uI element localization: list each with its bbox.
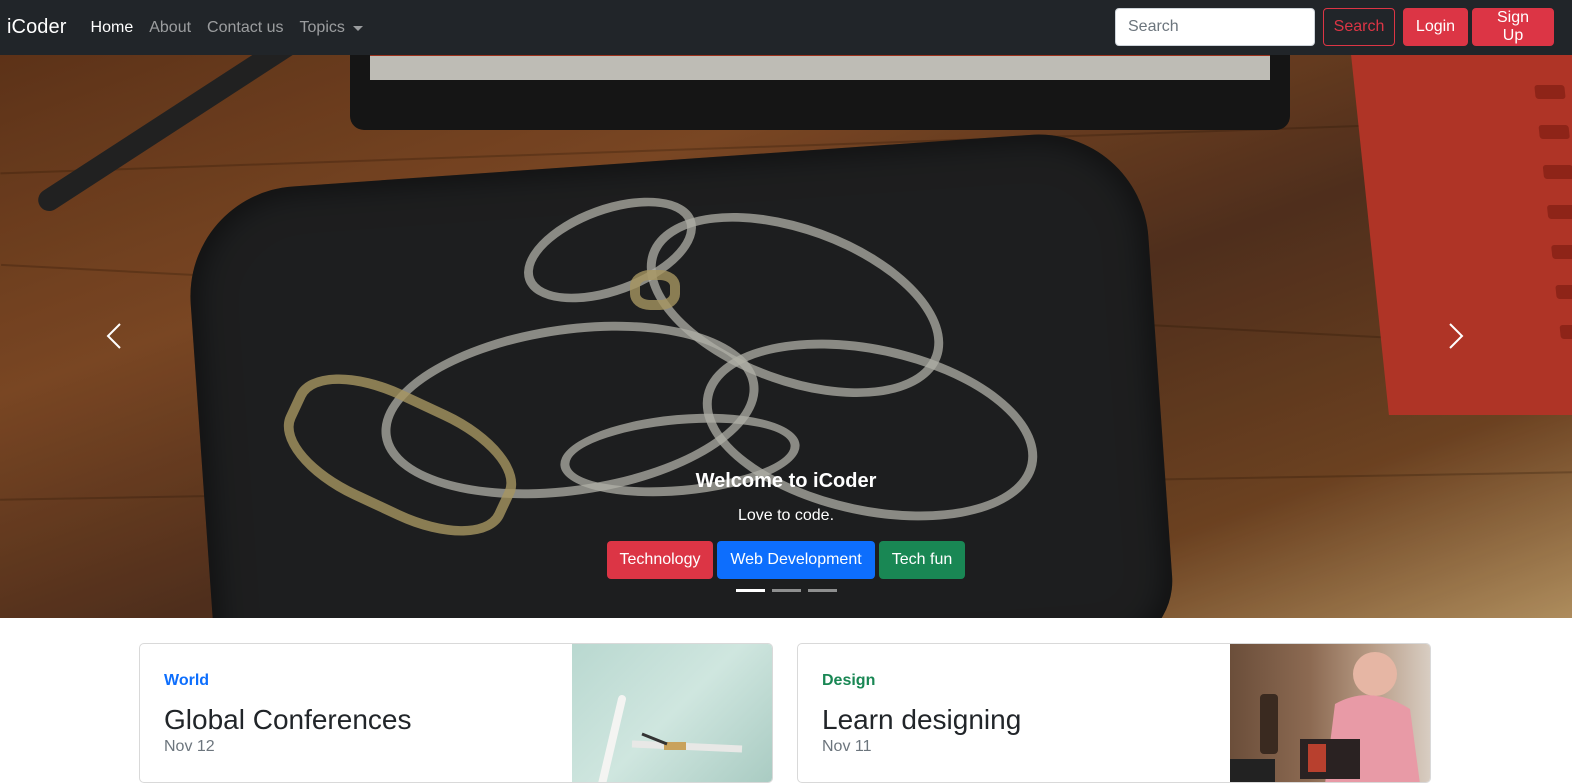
nav-link-about[interactable]: About — [149, 19, 191, 37]
caret-down-icon — [352, 26, 363, 31]
card-thumbnail — [1230, 644, 1430, 782]
card-category: Design — [822, 672, 876, 689]
technology-button[interactable]: Technology — [607, 541, 713, 579]
hero-carousel: Welcome to iCoder Love to code. Technolo… — [0, 55, 1572, 618]
carousel-caption: Welcome to iCoder Love to code. — [0, 470, 1572, 525]
web-development-button[interactable]: Web Development — [717, 541, 875, 579]
nav-link-topics-label: Topics — [299, 18, 345, 36]
nav-links: Home About Contact us Topics — [91, 19, 379, 37]
chevron-left-icon[interactable] — [100, 321, 130, 351]
card-date: Nov 11 — [822, 738, 872, 755]
caption-buttons: Technology Web Development Tech fun — [0, 541, 1572, 579]
card-body: World Global Conferences Nov 12 — [164, 672, 411, 756]
card-category: World — [164, 672, 210, 689]
caption-title: Welcome to iCoder — [695, 470, 877, 492]
nav-link-contact[interactable]: Contact us — [207, 19, 283, 37]
tech-fun-button[interactable]: Tech fun — [879, 541, 965, 579]
search-input[interactable] — [1115, 8, 1315, 46]
card-thumbnail — [572, 644, 772, 782]
post-card: World Global Conferences Nov 12 — [139, 643, 773, 783]
carousel-indicators — [0, 589, 1572, 592]
navbar: iCoder Home About Contact us Topics Sear… — [0, 0, 1572, 55]
brand-logo[interactable]: iCoder — [7, 16, 67, 39]
carousel-indicator-1[interactable] — [735, 589, 765, 592]
card-date: Nov 12 — [164, 738, 215, 755]
card-title: Learn designing — [822, 704, 1022, 735]
login-button[interactable]: Login — [1403, 8, 1468, 46]
post-card: Design Learn designing Nov 11 — [797, 643, 1431, 783]
caption-text: Love to code. — [737, 507, 835, 524]
card-body: Design Learn designing Nov 11 — [822, 672, 1021, 756]
card-title: Global Conferences — [164, 704, 412, 735]
chevron-right-icon[interactable] — [1440, 321, 1470, 351]
search-button[interactable]: Search — [1323, 8, 1395, 46]
nav-link-home[interactable]: Home — [91, 19, 134, 37]
signup-button[interactable]: Sign Up — [1472, 8, 1554, 46]
nav-dropdown-topics[interactable]: Topics — [300, 19, 363, 37]
nav-actions: Search Login Sign Up — [1115, 8, 1554, 46]
carousel-indicator-3[interactable] — [807, 589, 837, 592]
carousel-indicator-2[interactable] — [771, 589, 801, 592]
